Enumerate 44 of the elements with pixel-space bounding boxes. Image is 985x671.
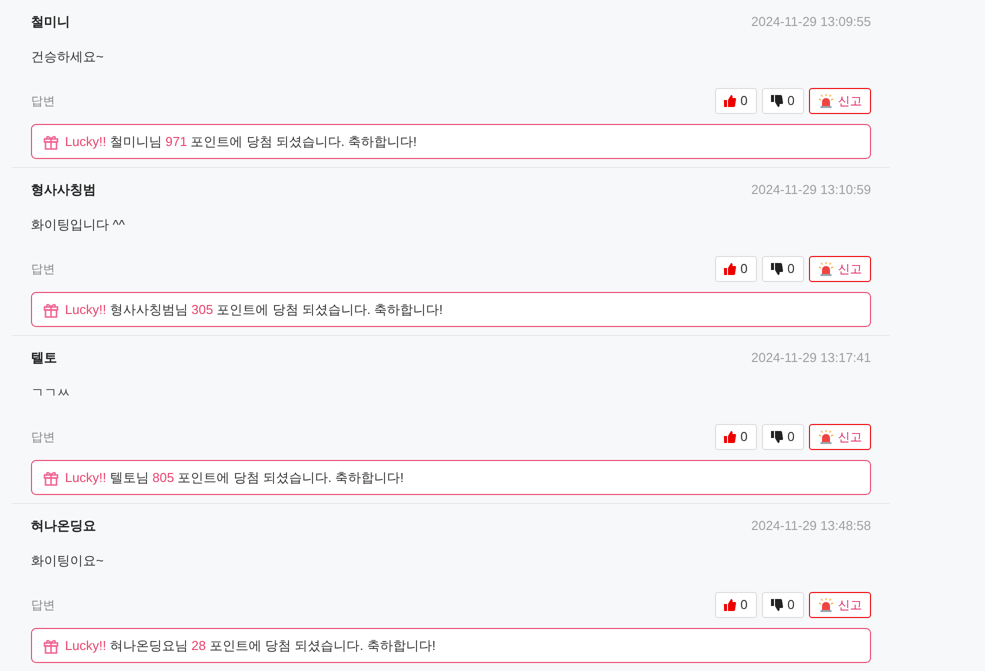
thumbs-up-icon — [724, 263, 736, 275]
author-name: 텔토 — [31, 349, 57, 368]
author-name: 철미니 — [31, 13, 70, 32]
report-button[interactable]: 신고 — [809, 424, 871, 450]
comment-text: ㄱㄱㅆ — [31, 384, 71, 402]
lucky-message: Lucky!! 텔토님 805 포인트에 당첨 되셨습니다. 축하합니다! — [65, 468, 404, 487]
thumbs-up-icon — [724, 599, 736, 611]
author-name: 혀나온딩요 — [31, 517, 96, 536]
thumbs-up-icon — [724, 431, 736, 443]
gift-icon — [43, 302, 59, 318]
report-button[interactable]: 신고 — [809, 592, 871, 618]
dislike-button[interactable]: 0 — [762, 256, 804, 282]
like-button[interactable]: 0 — [715, 88, 757, 114]
comment-text: 화이팅이요~ — [31, 552, 105, 570]
gift-icon — [43, 470, 59, 486]
timestamp: 2024-11-29 13:48:58 — [751, 517, 871, 536]
dislike-button[interactable]: 0 — [762, 88, 804, 114]
timestamp: 2024-11-29 13:10:59 — [751, 181, 871, 200]
lucky-message: Lucky!! 철미니님 971 포인트에 당첨 되셨습니다. 축하합니다! — [65, 132, 417, 151]
lucky-message: Lucky!! 형사사칭범님 305 포인트에 당첨 되셨습니다. 축하합니다! — [65, 300, 443, 319]
dislike-button[interactable]: 0 — [762, 592, 804, 618]
comment-text: 건승하세요~ — [31, 48, 105, 66]
dislike-button[interactable]: 0 — [762, 424, 804, 450]
thumbs-down-icon — [771, 599, 784, 611]
like-button[interactable]: 0 — [715, 592, 757, 618]
siren-icon — [818, 430, 834, 444]
timestamp: 2024-11-29 13:17:41 — [751, 349, 871, 368]
timestamp: 2024-11-29 13:09:55 — [751, 13, 871, 32]
report-button[interactable]: 신고 — [809, 88, 871, 114]
thumbs-up-icon — [724, 95, 736, 107]
thumbs-down-icon — [771, 431, 784, 443]
like-button[interactable]: 0 — [715, 256, 757, 282]
report-button[interactable]: 신고 — [809, 256, 871, 282]
gift-icon — [43, 638, 59, 654]
thumbs-down-icon — [771, 263, 784, 275]
lucky-message: Lucky!! 혀나온딩요님 28 포인트에 당첨 되셨습니다. 축하합니다! — [65, 636, 436, 655]
siren-icon — [818, 94, 834, 108]
like-button[interactable]: 0 — [715, 424, 757, 450]
thumbs-down-icon — [771, 95, 784, 107]
comment-text: 화이팅입니다 ^^ — [31, 216, 126, 234]
author-name: 형사사칭범 — [31, 181, 96, 200]
siren-icon — [818, 598, 834, 612]
siren-icon — [818, 262, 834, 276]
gift-icon — [43, 134, 59, 150]
